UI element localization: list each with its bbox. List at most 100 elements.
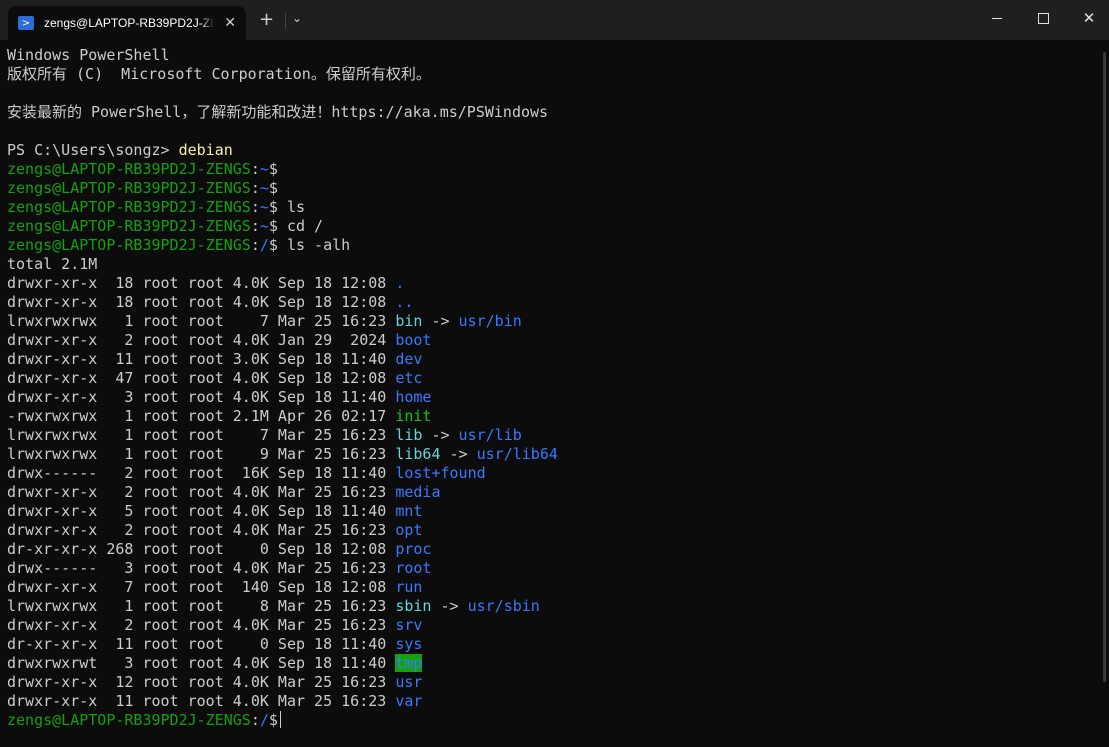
file-name: home xyxy=(395,388,432,406)
file-meta: drwx------ 2 root root 16K Sep 18 11:40 xyxy=(7,464,396,482)
file-name: lib64 xyxy=(395,445,441,463)
prompt-user-host: zengs@LAPTOP-RB39PD2J-ZENGS xyxy=(7,217,251,235)
header-line: 版权所有 (C) Microsoft Corporation。保留所有权利。 xyxy=(7,65,1087,84)
new-tab-button[interactable]: + xyxy=(259,10,274,30)
listing-row: drwx------ 2 root root 16K Sep 18 11:40 … xyxy=(7,464,1087,483)
listing-row: drwxr-xr-x 3 root root 4.0K Sep 18 11:40… xyxy=(7,388,1087,407)
file-name: boot xyxy=(395,331,432,349)
link-target: usr/lib xyxy=(458,426,522,444)
file-name: tmp xyxy=(395,654,423,672)
prompt-command: cd / xyxy=(277,217,324,235)
prompt-path: ~ xyxy=(259,160,269,178)
listing-row: lrwxrwxrwx 1 root root 9 Mar 25 16:23 li… xyxy=(7,445,558,463)
file-name: init xyxy=(395,407,432,425)
file-name: bin xyxy=(395,312,423,330)
header-line: 安装最新的 PowerShell，了解新功能和改进！https://aka.ms… xyxy=(7,103,1087,122)
minimize-button[interactable] xyxy=(974,0,1020,36)
prompt-path: / xyxy=(259,236,269,254)
prompt-user-host: zengs@LAPTOP-RB39PD2J-ZENGS xyxy=(7,711,251,729)
file-meta: lrwxrwxrwx 1 root root 7 Mar 25 16:23 xyxy=(7,312,396,330)
listing-row: lrwxrwxrwx 1 root root 7 Mar 25 16:23 li… xyxy=(7,426,522,444)
maximize-button[interactable] xyxy=(1020,0,1066,36)
file-name: usr xyxy=(395,673,423,691)
listing-row: drwxr-xr-x 47 root root 4.0K Sep 18 12:0… xyxy=(7,369,1087,388)
prompt-path: ~ xyxy=(259,217,269,235)
shell-prompt-line: zengs@LAPTOP-RB39PD2J-ZENGS:~$ cd / xyxy=(7,217,324,235)
prompt-user-host: zengs@LAPTOP-RB39PD2J-ZENGS xyxy=(7,198,251,216)
shell-prompt-line: zengs@LAPTOP-RB39PD2J-ZENGS:~$ ls xyxy=(7,198,306,216)
file-name: run xyxy=(395,578,423,596)
file-name: . xyxy=(395,274,405,292)
terminal-tab[interactable]: > zengs@LAPTOP-RB39PD2J-ZENGS: / ✕ xyxy=(8,6,246,40)
file-meta: drwx------ 3 root root 4.0K Mar 25 16:23 xyxy=(7,559,396,577)
listing-row: drwxr-xr-x 11 root root 3.0K Sep 18 11:4… xyxy=(7,350,1087,369)
file-meta: drwxr-xr-x 47 root root 4.0K Sep 18 12:0… xyxy=(7,369,396,387)
ps-prompt-line: PS C:\Users\songz> debian xyxy=(7,141,1087,160)
listing-row: lrwxrwxrwx 1 root root 8 Mar 25 16:23 sb… xyxy=(7,597,540,615)
prompt-path: ~ xyxy=(259,198,269,216)
final-prompt-line: zengs@LAPTOP-RB39PD2J-ZENGS:/$ xyxy=(7,711,1087,730)
close-window-button[interactable]: ✕ xyxy=(1066,0,1109,36)
shell-prompt-line: zengs@LAPTOP-RB39PD2J-ZENGS:~$ xyxy=(7,160,278,178)
listing-row: drwxr-xr-x 12 root root 4.0K Mar 25 16:2… xyxy=(7,673,1087,692)
file-meta: drwxr-xr-x 5 root root 4.0K Sep 18 11:40 xyxy=(7,502,396,520)
file-meta: drwxr-xr-x 2 root root 4.0K Mar 25 16:23 xyxy=(7,483,396,501)
header-text: 安装最新的 PowerShell，了解新功能和改进！https://aka.ms… xyxy=(7,103,549,121)
file-meta: dr-xr-xr-x 11 root root 0 Sep 18 11:40 xyxy=(7,635,396,653)
close-tab-icon[interactable]: ✕ xyxy=(224,15,236,31)
header-text: Windows PowerShell xyxy=(7,46,170,64)
file-name: media xyxy=(395,483,441,501)
listing-row: dr-xr-xr-x 268 root root 0 Sep 18 12:08 … xyxy=(7,540,1087,559)
link-target: usr/sbin xyxy=(467,597,540,615)
file-name: sys xyxy=(395,635,423,653)
close-icon: ✕ xyxy=(1082,9,1096,27)
file-name: etc xyxy=(395,369,423,387)
ps-prompt: PS C:\Users\songz> xyxy=(7,141,179,159)
prompt-command: ls -alh xyxy=(277,236,351,254)
listing-row: drwx------ 3 root root 4.0K Mar 25 16:23… xyxy=(7,559,1087,578)
prompt-path: ~ xyxy=(259,179,269,197)
header-text: 版权所有 (C) Microsoft Corporation。保留所有权利。 xyxy=(7,65,431,83)
tab-separator xyxy=(285,13,286,29)
prompt-user-host: zengs@LAPTOP-RB39PD2J-ZENGS xyxy=(7,160,251,178)
tab-dropdown-button[interactable]: ⌄ xyxy=(292,11,302,25)
file-meta: lrwxrwxrwx 1 root root 7 Mar 25 16:23 xyxy=(7,426,396,444)
file-meta: drwxr-xr-x 2 root root 4.0K Mar 25 16:23 xyxy=(7,521,396,539)
listing-row: drwxr-xr-x 2 root root 4.0K Mar 25 16:23… xyxy=(7,521,1087,540)
prompt-path: / xyxy=(259,711,269,729)
total-text: total 2.1M xyxy=(7,255,98,273)
file-name: proc xyxy=(395,540,432,558)
file-meta: drwxr-xr-x 7 root root 140 Sep 18 12:08 xyxy=(7,578,396,596)
scrollbar[interactable] xyxy=(1103,52,1106,682)
listing-row: drwxr-xr-x 11 root root 4.0K Mar 25 16:2… xyxy=(7,692,1087,711)
file-meta: lrwxrwxrwx 1 root root 8 Mar 25 16:23 xyxy=(7,597,396,615)
file-meta: -rwxrwxrwx 1 root root 2.1M Apr 26 02:17 xyxy=(7,407,396,425)
terminal-output[interactable]: Windows PowerShell 版权所有 (C) Microsoft Cor… xyxy=(7,46,1087,746)
file-meta: drwxrwxrwt 3 root root 4.0K Sep 18 11:40 xyxy=(7,654,396,672)
file-name: sbin xyxy=(395,597,432,615)
file-name: root xyxy=(395,559,432,577)
file-meta: drwxr-xr-x 11 root root 4.0K Mar 25 16:2… xyxy=(7,692,396,710)
shell-prompt-line: zengs@LAPTOP-RB39PD2J-ZENGS:/$ ls -alh xyxy=(7,236,351,254)
title-bar: > zengs@LAPTOP-RB39PD2J-ZENGS: / ✕ + ⌄ ✕ xyxy=(0,0,1109,40)
file-name: .. xyxy=(395,293,414,311)
file-meta: drwxr-xr-x 11 root root 3.0K Sep 18 11:4… xyxy=(7,350,396,368)
link-target: usr/bin xyxy=(458,312,522,330)
text-cursor xyxy=(279,711,281,728)
file-name: var xyxy=(395,692,423,710)
listing-row: drwxr-xr-x 2 root root 4.0K Mar 25 16:23… xyxy=(7,616,1087,635)
listing-row: drwxr-xr-x 2 root root 4.0K Jan 29 2024 … xyxy=(7,331,1087,350)
file-meta: drwxr-xr-x 12 root root 4.0K Mar 25 16:2… xyxy=(7,673,396,691)
file-name: lost+found xyxy=(395,464,486,482)
powershell-icon: > xyxy=(18,16,34,30)
prompt-user-host: zengs@LAPTOP-RB39PD2J-ZENGS xyxy=(7,236,251,254)
shell-prompt-line: zengs@LAPTOP-RB39PD2J-ZENGS:~$ xyxy=(7,179,278,197)
file-name: dev xyxy=(395,350,423,368)
file-meta: lrwxrwxrwx 1 root root 9 Mar 25 16:23 xyxy=(7,445,396,463)
header-line: Windows PowerShell xyxy=(7,46,1087,65)
minimize-icon xyxy=(992,17,1002,19)
maximize-icon xyxy=(1037,12,1049,24)
file-name: mnt xyxy=(395,502,423,520)
listing-row: drwxr-xr-x 5 root root 4.0K Sep 18 11:40… xyxy=(7,502,1087,521)
listing-row: drwxr-xr-x 18 root root 4.0K Sep 18 12:0… xyxy=(7,293,1087,312)
